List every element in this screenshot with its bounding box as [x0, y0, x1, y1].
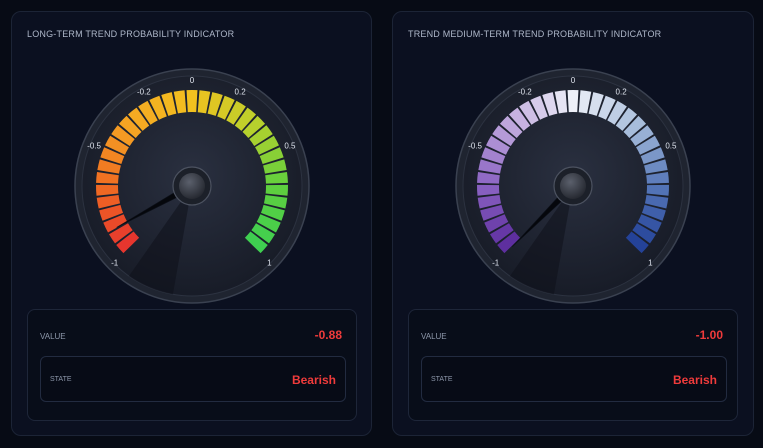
tick-label: -0.5: [87, 141, 101, 150]
value-readout: -0.88: [314, 328, 342, 342]
readout-card: VALUE -0.88 STATE Bearish: [27, 309, 357, 421]
value-label: VALUE: [421, 332, 447, 341]
state-box: STATE Bearish: [40, 356, 346, 402]
value-label: VALUE: [40, 332, 66, 341]
tick-label: 0: [571, 76, 576, 85]
state-label: STATE: [50, 376, 72, 383]
tick-label: -0.2: [137, 88, 151, 97]
tick-label: 0.2: [235, 88, 247, 97]
tick-label: 0: [190, 76, 195, 85]
gauge-hub: [560, 173, 586, 199]
state-readout: Bearish: [291, 373, 336, 387]
tick-label: -0.2: [518, 88, 532, 97]
tick-label: -0.5: [468, 141, 482, 150]
state-label: STATE: [431, 376, 453, 383]
tick-label: 1: [267, 258, 272, 267]
gauge-segment: [186, 90, 198, 113]
tick-label: 1: [648, 258, 653, 267]
panel-title: LONG-TERM TREND PROBABILITY INDICATOR: [27, 29, 235, 39]
state-box: STATE Bearish: [421, 356, 727, 402]
readout-card: VALUE -1.00 STATE Bearish: [408, 309, 738, 421]
state-readout: Bearish: [672, 373, 717, 387]
gauge-segment: [567, 90, 579, 113]
panel-title: TREND MEDIUM-TERM TREND PROBABILITY INDI…: [408, 29, 662, 39]
value-readout: -1.00: [695, 328, 723, 342]
tick-label: 0.5: [665, 141, 677, 150]
gauge-dial: -1 -0.5 -0.2 0 0.2 0.5 1: [455, 68, 691, 304]
tick-label: 0.5: [284, 141, 296, 150]
tick-label: -1: [492, 258, 500, 267]
tick-label: -1: [111, 258, 119, 267]
gauge-hub: [179, 173, 205, 199]
tick-label: 0.2: [616, 88, 628, 97]
gauge-panel-long-term: LONG-TERM TREND PROBABILITY INDICATOR -1…: [11, 11, 372, 436]
gauge-panel-medium-term: TREND MEDIUM-TERM TREND PROBABILITY INDI…: [392, 11, 754, 436]
gauge-dial: -1 -0.5 -0.2 0 0.2 0.5 1: [74, 68, 310, 304]
